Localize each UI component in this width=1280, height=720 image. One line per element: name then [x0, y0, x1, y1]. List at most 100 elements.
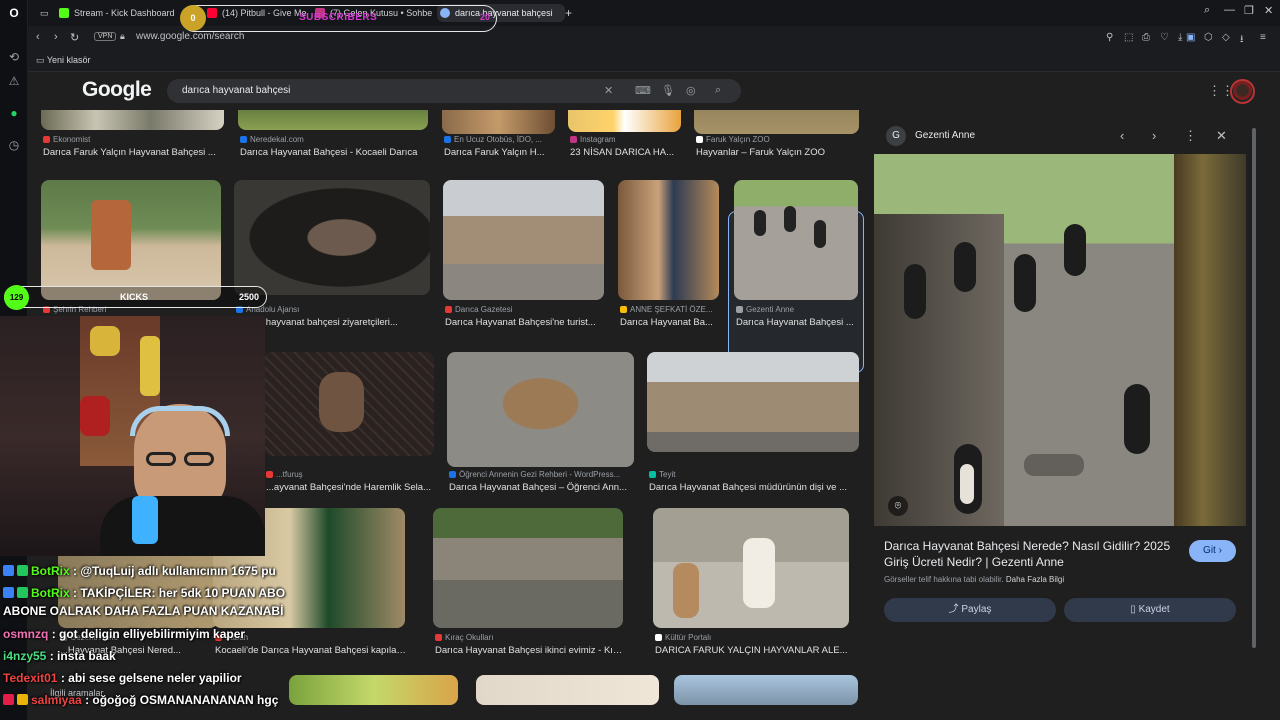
result-image[interactable]	[41, 110, 224, 130]
panel-title[interactable]: Darıca Hayvanat Bahçesi Nerede? Nasıl Gi…	[884, 538, 1174, 570]
lens-icon[interactable]: ⌾	[888, 496, 908, 516]
result-source[interactable]: Darıca Gazetesi	[445, 305, 606, 314]
result-title[interactable]: Darıca Hayvanat Bahçesi ikinci evimiz - …	[435, 645, 625, 656]
save-button[interactable]: ▯ Kaydet	[1064, 598, 1236, 622]
close-icon[interactable]: ✕	[1216, 128, 1227, 144]
result-image[interactable]	[41, 180, 221, 300]
next-icon[interactable]: ›	[1152, 128, 1156, 143]
whatsapp-icon[interactable]: ●	[7, 106, 21, 120]
workspace-icon[interactable]: ▭	[40, 4, 56, 22]
clock-icon[interactable]: ◷	[7, 138, 21, 152]
result-image[interactable]	[674, 675, 858, 705]
result-source[interactable]: ANNE ŞEFKATİ ÖZE...	[620, 305, 721, 314]
result-source[interactable]: Kıraç Okulları	[435, 633, 625, 642]
result-image[interactable]	[447, 352, 634, 467]
heart-icon[interactable]: ♡	[1160, 32, 1169, 43]
aria-icon[interactable]: ⚠	[7, 74, 21, 88]
result-source[interactable]: Anadolu Ajansı	[236, 305, 432, 314]
result-image[interactable]	[694, 110, 859, 134]
lock-icon[interactable]: 🔒︎	[120, 31, 125, 42]
more-info-link[interactable]: Daha Fazla Bilgi	[1006, 575, 1064, 584]
menu-icon[interactable]: ≡	[1260, 32, 1266, 43]
go-button[interactable]: Git ›	[1189, 540, 1236, 562]
preview-image[interactable]	[874, 154, 1246, 526]
history-icon[interactable]: ⟲	[7, 50, 21, 64]
more-options-icon[interactable]: ⋮	[1184, 128, 1197, 144]
result-image[interactable]	[568, 110, 681, 132]
download-icon[interactable]: ⤓	[1178, 32, 1182, 43]
result-source[interactable]: En Ucuz Otobüs, İDO, ...	[444, 135, 557, 144]
tab-kick[interactable]: Stream - Kick Dashboard	[56, 4, 184, 22]
translate-icon[interactable]: ▣	[1186, 32, 1195, 43]
result-source[interactable]: Instagram	[570, 135, 683, 144]
screenshot-icon[interactable]: ⎙	[1142, 32, 1150, 43]
result-title[interactable]: Hayvanlar – Faruk Yalçın ZOO	[696, 147, 861, 158]
bookmark-folder[interactable]: ▭ Yeni klasör	[36, 55, 91, 66]
result-source[interactable]: Faruk Yalçın ZOO	[696, 135, 861, 144]
microphone-icon[interactable]: 🎙︎	[661, 84, 675, 97]
result-image[interactable]	[289, 675, 458, 705]
opera-logo-icon[interactable]: O	[7, 6, 21, 20]
extensions-icon[interactable]: ⬡	[1204, 32, 1213, 43]
result-source[interactable]: Neredekal.com	[240, 135, 430, 144]
result-image[interactable]	[653, 508, 849, 628]
result-title[interactable]: Darıca Hayvanat Bahçesi ...	[736, 317, 860, 328]
result-source[interactable]: Teyit	[649, 470, 861, 479]
tab-label: Stream - Kick Dashboard	[74, 8, 175, 18]
keyboard-icon[interactable]: ⌨	[635, 84, 651, 97]
search-icon[interactable]: ⌕	[715, 84, 721, 97]
result-title[interactable]: ...ayvanat Bahçesi'nde Haremlik Sela...	[266, 482, 436, 493]
result-title[interactable]: Darıca Hayvanat Bahçesi – Öğrenci Ann...	[449, 482, 636, 493]
result-source[interactable]: ...tfuruş	[266, 470, 436, 479]
result-title[interactable]: ...'deki hayvanat bahçesi ziyaretçileri.…	[236, 317, 432, 328]
result-title[interactable]: Darıca Hayvanat Bahçesi müdürünün dişi v…	[649, 482, 861, 493]
clear-icon[interactable]: ✕	[604, 84, 613, 97]
share-button[interactable]: ⤴ Paylaş	[884, 598, 1056, 622]
search-input[interactable]: darıca hayvanat bahçesi	[182, 85, 290, 96]
minimize-icon[interactable]: —	[1224, 4, 1235, 16]
result-source[interactable]: Gezenti Anne	[736, 305, 860, 314]
result-source[interactable]: Kültür Portalı	[655, 633, 851, 642]
downloads-icon[interactable]: ⭳	[1240, 32, 1244, 49]
restore-icon[interactable]: ❐	[1244, 4, 1254, 17]
result-title[interactable]: Darıca Hayvanat Bahçesi'ne turist...	[445, 317, 606, 328]
result-image[interactable]	[234, 180, 430, 295]
result-image[interactable]	[476, 675, 659, 705]
result-title[interactable]: Darıca Faruk Yalçın H...	[444, 147, 557, 158]
search-box[interactable]: darıca hayvanat bahçesi ✕ ⌨ 🎙︎ ◎ ⌕	[167, 79, 741, 103]
wallet-icon[interactable]: ◇	[1222, 32, 1230, 43]
result-image[interactable]	[618, 180, 719, 300]
result-source[interactable]: Ekonomist	[43, 135, 226, 144]
result-title[interactable]: DARICA FARUK YALÇIN HAYVANLAR ALE...	[655, 645, 851, 656]
kicks-label: KICKS	[120, 292, 149, 302]
search-tabs-icon[interactable]: ⌕	[1204, 4, 1210, 17]
result-image[interactable]	[442, 110, 555, 134]
result-image[interactable]	[238, 110, 428, 130]
reload-icon[interactable]: ↻	[70, 31, 79, 44]
result-title[interactable]: Darıca Faruk Yalçın Hayvanat Bahçesi ...	[43, 147, 226, 158]
avatar[interactable]	[1230, 79, 1255, 104]
result-image[interactable]	[443, 180, 604, 300]
google-logo[interactable]: Google	[82, 78, 152, 102]
chat-message: osmnzq : got deligin elliyebilirmiyim ka…	[3, 627, 245, 641]
pin-icon[interactable]: ⚲	[1106, 32, 1113, 43]
result-title[interactable]: Darıca Hayvanat Bahçesi - Kocaeli Darıca	[240, 147, 430, 158]
snapshot-icon[interactable]: ⬚	[1124, 32, 1133, 43]
result-image[interactable]	[647, 352, 859, 452]
result-source[interactable]: Öğrenci Annenin Gezi Rehberi - WordPress…	[449, 470, 636, 479]
vpn-badge[interactable]: VPN	[94, 32, 117, 41]
close-window-icon[interactable]: ✕	[1264, 4, 1273, 17]
result-image[interactable]	[264, 352, 434, 456]
back-icon[interactable]: ‹	[36, 31, 40, 43]
result-image[interactable]	[734, 180, 858, 300]
page-scrollbar[interactable]	[1252, 128, 1256, 648]
url-field[interactable]: www.google.com/search	[136, 31, 244, 42]
previous-icon[interactable]: ‹	[1120, 128, 1124, 143]
result-image[interactable]	[433, 508, 623, 628]
result-title[interactable]: Darıca Hayvanat Ba...	[620, 317, 721, 328]
panel-site-name[interactable]: Gezenti Anne	[915, 130, 975, 141]
forward-icon[interactable]: ›	[54, 31, 58, 43]
lens-icon[interactable]: ◎	[686, 84, 696, 97]
result-title[interactable]: 23 NİSAN DARICA HA...	[570, 147, 683, 158]
new-tab-button[interactable]: +	[565, 4, 581, 22]
